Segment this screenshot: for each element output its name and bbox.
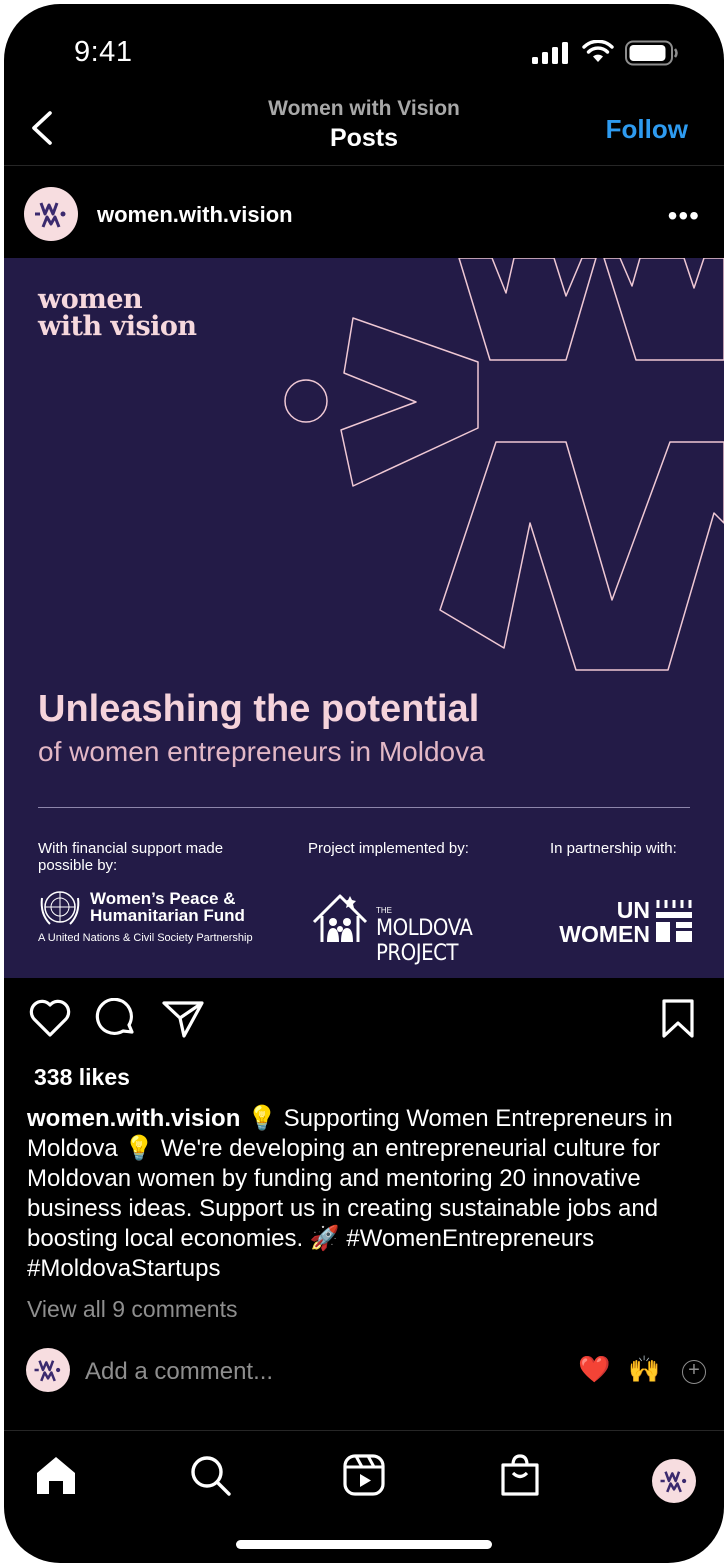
un-women-symbol-icon <box>656 900 692 942</box>
wv-outline-graphic <box>284 258 724 671</box>
profile-avatar[interactable] <box>24 187 78 241</box>
post-username[interactable]: women.with.vision <box>97 202 293 228</box>
fund-name-line-2: Humanitarian Fund <box>90 906 245 925</box>
fund-tagline: A United Nations & Civil Society Partner… <box>38 932 253 944</box>
status-time: 9:41 <box>74 36 133 68</box>
image-divider <box>38 807 690 808</box>
un-women-wordmark: UN WOMEN <box>540 898 650 946</box>
house-family-icon <box>312 894 368 942</box>
search-icon[interactable] <box>188 1453 232 1497</box>
add-comment-input[interactable]: Add a comment... <box>85 1358 273 1386</box>
wv-logo-mark-icon <box>660 1471 687 1493</box>
commenter-avatar <box>26 1348 70 1392</box>
shop-icon[interactable] <box>498 1453 542 1497</box>
credit-label-partnership: In partnership with: <box>550 840 677 857</box>
bookmark-icon[interactable] <box>660 998 696 1040</box>
credit-label-funding: With financial support made possible by: <box>38 840 224 874</box>
image-subheadline: of women entrepreneurs in Moldova <box>38 736 485 767</box>
moldova-the-label: THE <box>376 906 392 915</box>
wphf-logo: Women’s Peace & Humanitarian Fund A Unit… <box>38 888 298 948</box>
comment-icon[interactable] <box>94 998 138 1040</box>
caption-username[interactable]: women.with.vision <box>27 1105 240 1132</box>
wifi-icon <box>582 40 614 62</box>
status-bar: 9:41 <box>4 4 724 94</box>
more-options-icon[interactable]: ••• <box>668 200 700 232</box>
battery-icon <box>625 40 678 66</box>
follow-button[interactable]: Follow <box>606 114 688 145</box>
un-emblem-icon <box>40 891 80 925</box>
home-icon[interactable] <box>34 1453 78 1497</box>
profile-tab-avatar[interactable] <box>652 1459 696 1503</box>
fund-name: Women’s Peace & Humanitarian Fund <box>90 890 300 924</box>
home-indicator[interactable] <box>236 1540 492 1549</box>
add-comment-row: Add a comment... ❤️ 🙌 + <box>4 1344 724 1400</box>
heart-icon[interactable] <box>28 998 72 1038</box>
wv-logo-mark-icon <box>34 1360 61 1382</box>
post-actions <box>4 978 724 1062</box>
wv-logo-mark-icon <box>35 202 66 228</box>
raising-hands-emoji-reaction[interactable]: 🙌 <box>628 1354 660 1385</box>
moldova-project-logo: THE MOLDOVA PROJECT <box>310 892 510 966</box>
view-all-comments-link[interactable]: View all 9 comments <box>27 1296 238 1323</box>
post-caption: women.with.vision 💡 Supporting Women Ent… <box>27 1104 707 1284</box>
reels-icon[interactable] <box>342 1453 386 1497</box>
post-header: women.with.vision ••• <box>4 170 724 258</box>
post-image[interactable]: women with vision Unleashing the potenti… <box>4 258 724 978</box>
heart-emoji-reaction[interactable]: ❤️ <box>578 1354 610 1385</box>
likes-count[interactable]: 338 likes <box>34 1064 130 1091</box>
cellular-signal-icon <box>532 42 568 64</box>
un-line-1: UN <box>616 897 650 923</box>
phone-screen: 9:41 Women with Vision Posts Follow wome… <box>4 4 724 1563</box>
fund-name-line-1: Women’s Peace & <box>90 889 236 908</box>
un-women-logo: UN WOMEN <box>540 898 700 946</box>
navigation-header: Women with Vision Posts Follow <box>4 94 724 166</box>
share-icon[interactable] <box>160 998 206 1040</box>
image-headline: Unleashing the potential <box>38 688 480 730</box>
un-line-2: WOMEN <box>559 921 650 947</box>
moldova-project-label: MOLDOVA PROJECT <box>376 916 473 966</box>
more-reactions-icon[interactable]: + <box>682 1360 706 1384</box>
credit-label-implemented: Project implemented by: <box>308 840 469 857</box>
